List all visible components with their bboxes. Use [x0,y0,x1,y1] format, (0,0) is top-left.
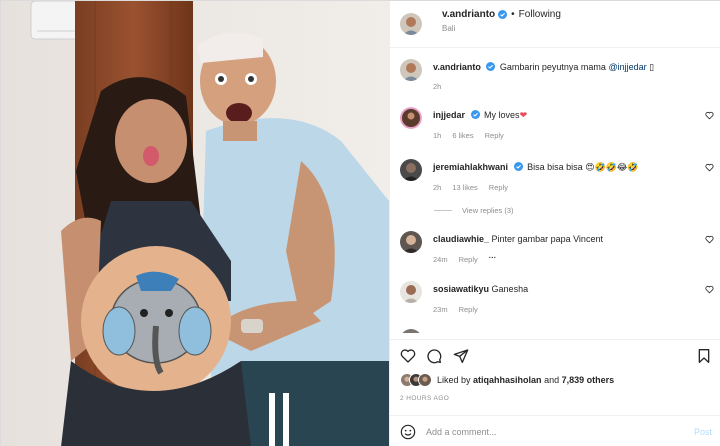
emoji-icon[interactable] [400,424,416,440]
commenter-avatar[interactable] [400,281,422,303]
author-username[interactable]: v.andrianto [442,9,495,21]
comment-time: 24m [433,255,448,264]
post-timestamp[interactable]: 2 HOURS AGO [400,395,449,402]
liker-avatar[interactable] [418,373,432,387]
commenter-avatar[interactable] [400,231,422,253]
commenter-username[interactable]: jeremiahlakhwani [433,162,508,172]
author-avatar[interactable] [400,13,422,35]
commenter-username[interactable]: claudiawhie_ [433,234,489,244]
comment-text: My loves [484,110,520,120]
like-comment-heart-icon[interactable] [705,285,714,294]
verified-badge-icon [513,162,523,171]
comment-text: Bisa bisa bisa [527,162,586,172]
reply-button[interactable]: Reply [459,255,478,264]
commenter-avatar[interactable] [400,329,422,333]
caption-mention[interactable]: @injjedar [608,62,646,72]
comment-text: Pinter gambar papa Vincent [491,234,603,244]
post-photo-illustration [1,1,389,446]
verified-badge-icon [486,62,496,71]
comment-time: 2h [433,183,442,192]
likes-middle: and [544,375,560,385]
view-replies-button[interactable]: View replies (3) [434,206,514,215]
comment-likes-count[interactable]: 13 likes [452,183,477,192]
comment-text: Ganesha [491,284,529,294]
add-comment-input[interactable] [426,426,676,437]
comments-list[interactable]: v.andrianto Gambarin peyutnya mama @injj… [390,49,720,333]
like-comment-heart-icon[interactable] [705,235,714,244]
like-comment-heart-icon[interactable] [705,163,714,172]
replies-divider [434,210,452,211]
comment-time: 1h [433,131,442,140]
instagram-post-modal: v.andrianto • Following Bali v.andrianto… [0,0,720,446]
caption-text: Gambarin peyutnya mama [499,62,609,72]
likes-first-user[interactable]: atiqahhasiholan [473,375,542,385]
share-icon[interactable] [453,348,469,364]
caption-username[interactable]: v.andrianto [433,62,481,72]
comment-emoji: ❤ [519,110,528,120]
verified-badge-icon [470,110,480,119]
reply-button[interactable]: Reply [459,305,478,314]
commenter-username[interactable]: sosiawatikyu [433,284,489,294]
post-action-bar [390,339,720,369]
commenter-avatar[interactable] [400,159,422,181]
comment-icon[interactable] [426,348,442,364]
post-header: v.andrianto • Following Bali [390,1,720,48]
add-comment-bar: Post [390,415,720,446]
commenter-username[interactable]: injjedar [433,110,465,120]
likes-prefix: Liked by [437,375,471,385]
likes-summary: Liked by atiqahhasiholan and 7,839 other… [400,373,614,387]
header-separator: • [511,8,515,20]
caption-avatar[interactable] [400,59,422,81]
post-photo[interactable] [1,1,389,446]
likes-count[interactable]: 7,839 others [562,375,615,385]
reply-button[interactable]: Reply [485,131,504,140]
post-comment-button[interactable]: Post [694,427,712,437]
caption-time: 2h [433,82,442,91]
like-heart-icon[interactable] [400,348,416,364]
reply-button[interactable]: Reply [489,183,508,192]
liker-avatars [400,373,432,387]
caption-emoji: ▯ [649,62,655,72]
like-comment-heart-icon[interactable] [705,111,714,120]
view-replies-label: View replies (3) [462,206,514,215]
comment-emoji: 😍🤣🤣😂🤣 [585,162,639,172]
bookmark-icon[interactable] [696,348,712,364]
post-location[interactable]: Bali [442,24,561,34]
comment-time: 23m [433,305,448,314]
following-button[interactable]: Following [519,9,561,21]
post-details-panel: v.andrianto • Following Bali v.andrianto… [389,1,720,446]
comment-likes-count[interactable]: 6 likes [452,131,473,140]
comment-options-icon[interactable]: ··· [489,253,497,264]
commenter-avatar[interactable] [400,107,422,129]
verified-badge-icon [498,10,508,19]
